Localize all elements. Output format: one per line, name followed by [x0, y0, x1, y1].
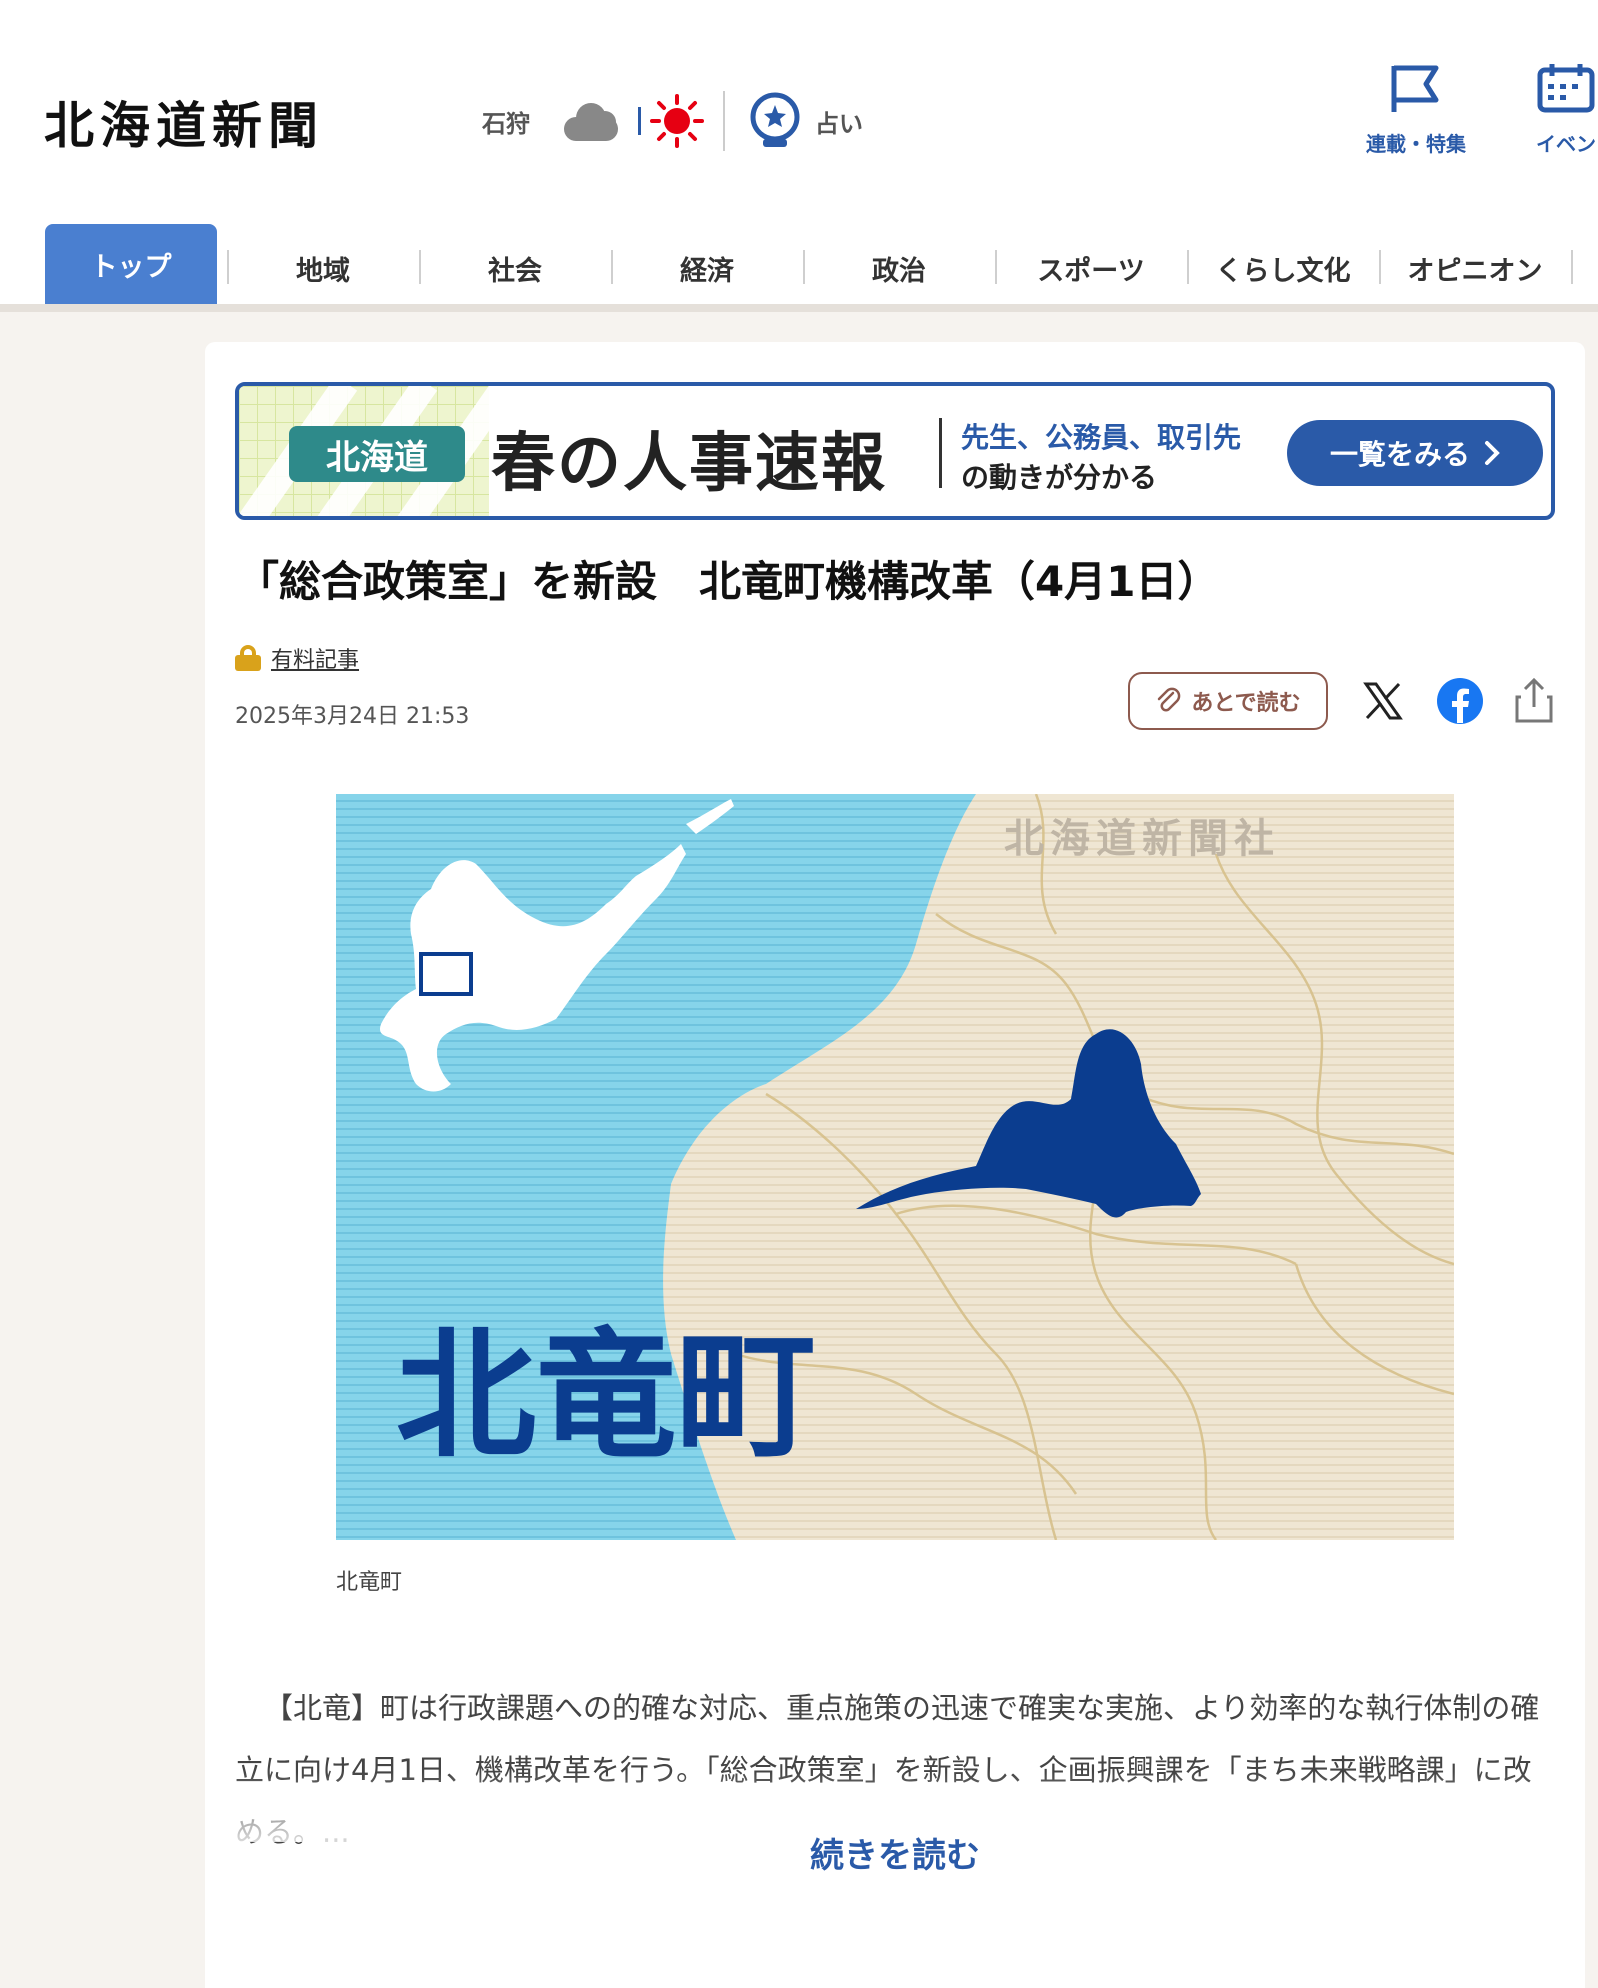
fortune-label: 占い	[815, 109, 863, 138]
tab-economy[interactable]: 経済	[612, 224, 802, 312]
tab-divider	[1571, 250, 1573, 284]
banner-divider	[939, 418, 942, 488]
promo-banner[interactable]: 北海道 春の人事速報 先生、公務員、取引先 の動きが分かる 一覧をみる	[235, 382, 1555, 520]
nav-underline	[0, 304, 1598, 312]
header-link-events[interactable]: イベン	[1536, 62, 1596, 157]
image-caption: 北竜町	[336, 1570, 403, 1595]
share-facebook-button[interactable]	[1433, 674, 1487, 728]
header-divider	[723, 91, 725, 151]
header-link-series[interactable]: 連載・特集	[1366, 62, 1466, 157]
x-icon	[1363, 682, 1403, 720]
crystal-ball-icon	[750, 92, 800, 147]
lock-icon	[235, 645, 261, 671]
tab-society[interactable]: 社会	[420, 224, 610, 312]
banner-more-button[interactable]: 一覧をみる	[1287, 420, 1543, 486]
flag-icon	[1391, 65, 1439, 112]
fortune-link[interactable]: 占い	[747, 91, 863, 151]
main-nav: トップ 地域 社会 経済 政治 スポーツ くらし文化 オピニオン	[0, 224, 1598, 312]
paid-article-label: 有料記事	[271, 648, 360, 673]
banner-subtext-1: 先生、公務員、取引先	[961, 421, 1242, 454]
read-later-label: あとで読む	[1191, 691, 1301, 716]
article-card: 北海道 春の人事速報 先生、公務員、取引先 の動きが分かる 一覧をみる 「総合政…	[205, 342, 1585, 1988]
share-icon	[1515, 677, 1553, 723]
share-button[interactable]	[1507, 674, 1561, 728]
header-link-label: 連載・特集	[1366, 132, 1466, 156]
paperclip-icon	[1158, 687, 1181, 712]
banner-subtext-2: の動きが分かる	[961, 461, 1158, 494]
tab-top[interactable]: トップ	[45, 224, 217, 312]
site-logo[interactable]: 北海道新聞	[44, 86, 324, 158]
banner-headline: 春の人事速報	[491, 427, 887, 501]
banner-more-label: 一覧をみる	[1329, 438, 1470, 471]
map-illustration: 北海道新聞社 北竜町	[336, 794, 1454, 1540]
weather-widget[interactable]: 石狩 占い	[482, 91, 863, 151]
tab-region[interactable]: 地域	[228, 224, 418, 312]
read-later-button[interactable]: あとで読む	[1128, 672, 1328, 730]
map-town-label: 北竜町	[396, 1315, 816, 1478]
cloud-icon	[562, 101, 620, 141]
banner-region-pill: 北海道	[289, 426, 465, 482]
article-date: 2025年3月24日 21:53	[235, 704, 470, 729]
weather-divider	[638, 107, 641, 135]
calendar-icon	[1537, 64, 1595, 113]
map-watermark: 北海道新聞社	[1004, 815, 1280, 862]
article-title: 「総合政策室」を新設 北竜町機構改革（4月1日）	[237, 557, 1220, 606]
header-link-label: イベン	[1536, 132, 1596, 156]
tab-opinion[interactable]: オピニオン	[1380, 224, 1570, 312]
tab-lifestyle[interactable]: くらし文化	[1188, 224, 1378, 312]
tab-sports[interactable]: スポーツ	[996, 224, 1186, 312]
chevron-right-icon	[1485, 441, 1500, 465]
sun-icon	[650, 94, 704, 148]
tab-politics[interactable]: 政治	[804, 224, 994, 312]
read-more-link[interactable]: 続きを読む	[205, 1828, 1585, 1877]
paid-article-tag[interactable]: 有料記事	[235, 642, 359, 674]
article-map-image[interactable]: 北海道新聞社 北竜町	[336, 794, 1454, 1540]
weather-location: 石狩	[482, 109, 530, 138]
share-x-button[interactable]	[1356, 674, 1410, 728]
facebook-icon	[1437, 678, 1483, 724]
